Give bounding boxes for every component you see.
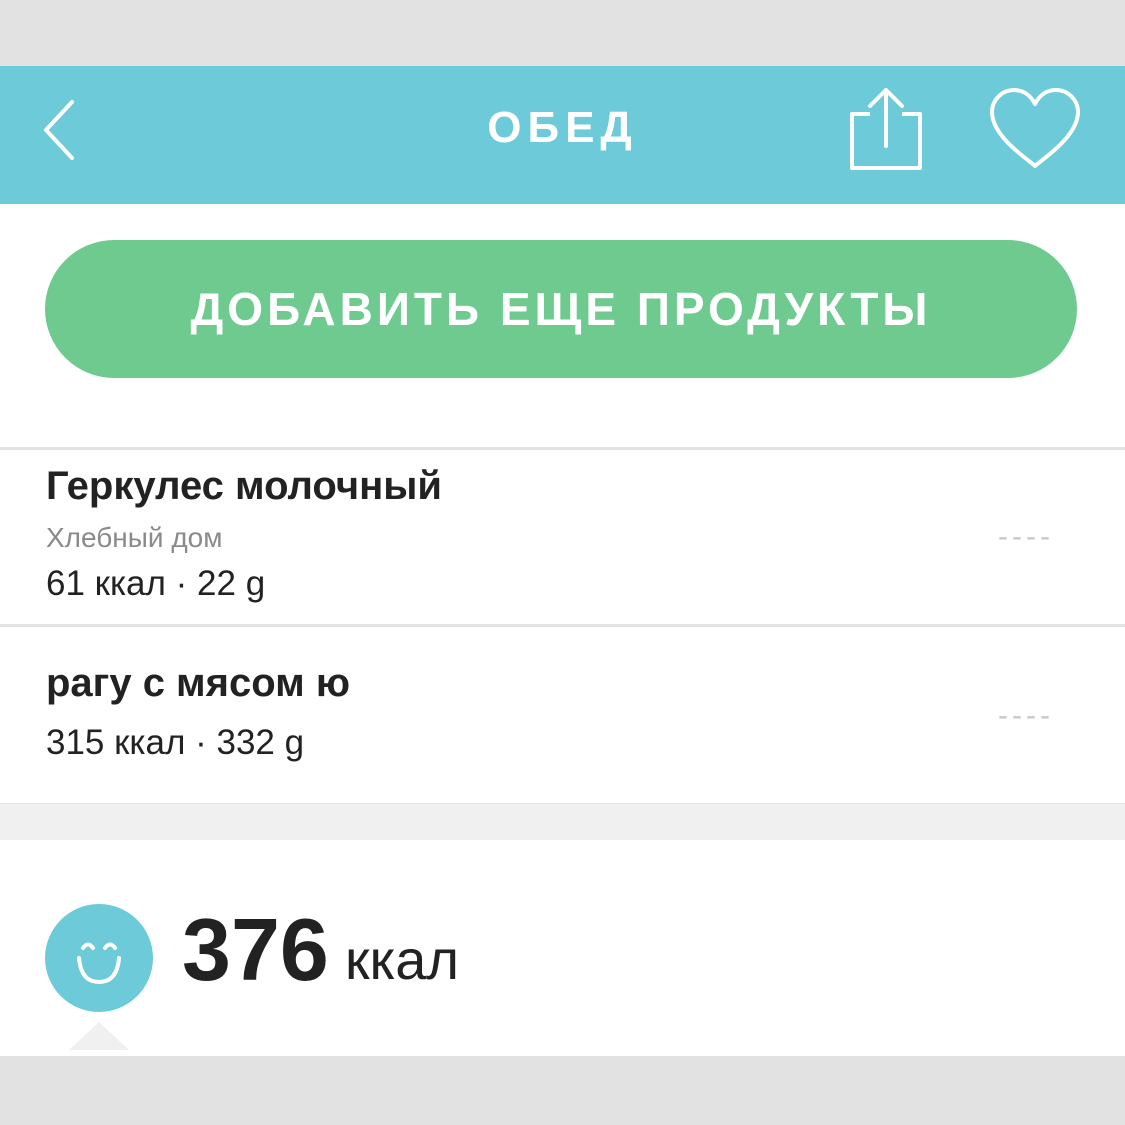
food-amount-placeholder: ---- <box>998 699 1054 732</box>
smiley-icon <box>45 904 153 1012</box>
food-amount-placeholder: ---- <box>998 520 1054 553</box>
calorie-summary <box>0 840 1125 1056</box>
food-name: рагу с мясом ю <box>46 661 351 705</box>
food-item[interactable]: рагу с мясом ю 315 ккал · 332 g ---- <box>0 627 1125 803</box>
pointer-triangle <box>69 1022 129 1050</box>
favorite-button[interactable] <box>986 86 1084 172</box>
food-name: Геркулес молочный <box>46 464 442 508</box>
food-calories-weight: 61 ккал · 22 g <box>46 564 266 603</box>
total-calories: 376 <box>182 900 329 999</box>
page-title: ОБЕД <box>487 103 638 152</box>
heart-outline-icon <box>990 88 1080 168</box>
share-button[interactable] <box>840 84 930 176</box>
section-separator <box>0 804 1125 840</box>
share-icon <box>850 88 922 170</box>
food-item[interactable]: Геркулес молочный Хлебный дом 61 ккал · … <box>0 450 1125 624</box>
calories-unit: ккал <box>345 928 460 991</box>
add-more-products-button[interactable]: ДОБАВИТЬ ЕЩЕ ПРОДУКТЫ <box>45 240 1077 378</box>
meal-screen: ОБЕД ДОБАВИТЬ ЕЩЕ ПРОДУКТЫ Геркулес моло… <box>0 0 1125 1125</box>
food-calories-weight: 315 ккал · 332 g <box>46 723 305 762</box>
food-brand: Хлебный дом <box>46 522 223 553</box>
